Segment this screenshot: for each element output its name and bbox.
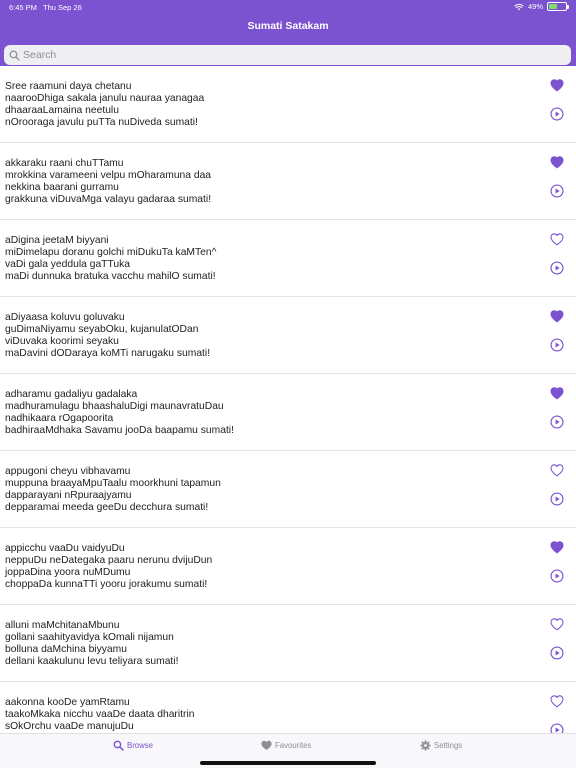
tab-settings[interactable]: Settings xyxy=(420,740,462,751)
poem-line: nOrooraga javulu puTTa nuDiveda sumati! xyxy=(5,117,198,129)
poem-line: bolluna daMchina biyyamu xyxy=(5,644,127,656)
page-title: Sumati Satakam xyxy=(247,20,329,32)
status-date: Thu Sep 26 xyxy=(43,3,82,12)
favourite-heart-icon[interactable] xyxy=(550,464,564,477)
poem-line: madhuramulagu bhaashaluDigi maunavratuDa… xyxy=(5,401,224,413)
play-circle-icon[interactable] xyxy=(550,723,564,733)
favourite-heart-icon[interactable] xyxy=(550,387,564,400)
poem-line: dellani kaakulunu levu teliyara sumati! xyxy=(5,656,179,668)
poem-list-item[interactable]: adharamu gadaliyu gadalaka madhuramulagu … xyxy=(0,374,576,451)
poem-list[interactable]: Sree raamuni daya chetanu naarooDhiga sak… xyxy=(0,66,576,733)
poem-line: alluni maMchitanaMbunu xyxy=(5,620,120,631)
poem-line: aakonna kooDe yamRtamu xyxy=(5,697,130,708)
poem-line: maDavini dODaraya koMTi narugaku sumati! xyxy=(5,348,211,360)
poem-line: aDiyaasa koluvu goluvaku xyxy=(5,312,125,323)
tab-bar: Browse Favourites Settings xyxy=(0,733,576,768)
poem-line: taakoMkaka nicchu vaaDe daata dharitrin xyxy=(5,709,195,721)
poem-text: aDigina jeetaM biyyani miDimelapu doranu … xyxy=(5,235,216,283)
poem-line: sOkOrchu vaaDe manujuDu xyxy=(5,721,134,733)
poem-line: maDi dunnuka bratuka vacchu mahilO sumat… xyxy=(5,271,216,283)
poem-text: adharamu gadaliyu gadalaka madhuramulagu … xyxy=(5,389,234,437)
poem-text: akkaraku raani chuTTamu mrokkina varameen… xyxy=(5,158,211,206)
poem-list-item[interactable]: aDiyaasa koluvu goluvaku guDimaNiyamu sey… xyxy=(0,297,576,374)
wifi-icon xyxy=(514,3,524,10)
poem-line: nekkina baarani gurramu xyxy=(5,182,119,194)
poem-line: dhaaraaLamaina neetulu xyxy=(5,105,119,117)
battery-icon xyxy=(547,2,569,11)
poem-text: appicchu vaaDu vaidyuDu neppuDu neDategak… xyxy=(5,543,212,591)
poem-line: badhiraaMdhaka Savamu jooDa baapamu suma… xyxy=(5,425,234,437)
poem-line: aDigina jeetaM biyyani xyxy=(5,235,109,246)
favourite-heart-icon[interactable] xyxy=(550,79,564,92)
poem-line: akkaraku raani chuTTamu xyxy=(5,158,124,169)
status-bar: 6:45 PM Thu Sep 26 49% xyxy=(0,0,576,14)
poem-line: vaDi gala yeddula gaTTuka xyxy=(5,259,130,271)
poem-line: grakkuna viDuvaMga valayu gadaraa sumati… xyxy=(5,194,212,206)
status-indicators: 49% xyxy=(514,2,569,11)
favourite-heart-icon[interactable] xyxy=(550,233,564,246)
poem-list-item[interactable]: appugoni cheyu vibhavamu muppuna braayaMp… xyxy=(0,451,576,528)
poem-text: Sree raamuni daya chetanu naarooDhiga sak… xyxy=(5,81,204,129)
poem-list-item[interactable]: akkaraku raani chuTTamu mrokkina varameen… xyxy=(0,143,576,220)
poem-list-item[interactable]: aDigina jeetaM biyyani miDimelapu doranu … xyxy=(0,220,576,297)
poem-line: Sree raamuni daya chetanu xyxy=(5,81,132,92)
tab-label: Browse xyxy=(127,741,153,750)
poem-line: gollani saahityavidya kOmali nijamun xyxy=(5,632,174,644)
favourite-heart-icon[interactable] xyxy=(550,156,564,169)
poem-line: miDimelapu doranu golchi miDukuTa kaMTen… xyxy=(5,247,217,259)
play-circle-icon[interactable] xyxy=(550,492,564,506)
poem-line: adharamu gadaliyu gadalaka xyxy=(5,389,138,400)
poem-line: choppaDa kunnaTTi yooru jorakumu sumati! xyxy=(5,579,208,591)
play-circle-icon[interactable] xyxy=(550,184,564,198)
poem-line: dapparayani nRpuraajyamu xyxy=(5,490,132,502)
status-time: 6:45 PM xyxy=(9,3,37,12)
play-circle-icon[interactable] xyxy=(550,107,564,121)
navigation-header: 6:45 PM Thu Sep 26 49% Sumati Satakam xyxy=(0,0,576,66)
favourite-heart-icon[interactable] xyxy=(550,695,564,708)
gear-icon xyxy=(420,740,431,751)
play-circle-icon[interactable] xyxy=(550,338,564,352)
poem-list-item[interactable]: alluni maMchitanaMbunu gollani saahityavi… xyxy=(0,605,576,682)
poem-text: appugoni cheyu vibhavamu muppuna braayaMp… xyxy=(5,466,221,514)
poem-text: aDiyaasa koluvu goluvaku guDimaNiyamu sey… xyxy=(5,312,210,360)
search-input[interactable] xyxy=(23,49,543,61)
search-icon xyxy=(9,50,20,61)
home-indicator xyxy=(200,761,376,765)
poem-line: viDuvaka koorimi seyaku xyxy=(5,336,119,348)
poem-line: neppuDu neDategaka paaru nerunu dvijuDun xyxy=(5,555,213,567)
play-circle-icon[interactable] xyxy=(550,569,564,583)
poem-text: aakonna kooDe yamRtamu taakoMkaka nicchu … xyxy=(5,697,194,733)
search-icon xyxy=(113,740,124,751)
poem-line: mrokkina varameeni velpu mOharamuna daa xyxy=(5,170,212,182)
play-circle-icon[interactable] xyxy=(550,646,564,660)
play-circle-icon[interactable] xyxy=(550,415,564,429)
favourite-heart-icon[interactable] xyxy=(550,618,564,631)
poem-list-item[interactable]: Sree raamuni daya chetanu naarooDhiga sak… xyxy=(0,66,576,143)
poem-line: depparamai meeda geeDu decchura sumati! xyxy=(5,502,209,514)
tab-browse[interactable]: Browse xyxy=(113,740,153,751)
poem-line: naarooDhiga sakala janulu nauraa yanagaa xyxy=(5,93,205,105)
tab-favourites[interactable]: Favourites xyxy=(261,740,311,751)
poem-line: nadhikaara rOgapoorita xyxy=(5,413,114,425)
battery-percentage: 49% xyxy=(527,2,543,11)
search-bar[interactable] xyxy=(4,45,571,65)
tab-label: Settings xyxy=(434,741,463,750)
heart-icon xyxy=(261,740,272,750)
poem-text: alluni maMchitanaMbunu gollani saahityavi… xyxy=(5,620,178,668)
battery-level xyxy=(549,4,557,9)
favourite-heart-icon[interactable] xyxy=(550,541,564,554)
poem-list-item[interactable]: appicchu vaaDu vaidyuDu neppuDu neDategak… xyxy=(0,528,576,605)
poem-line: appicchu vaaDu vaidyuDu xyxy=(5,543,125,554)
favourite-heart-icon[interactable] xyxy=(550,310,564,323)
poem-line: joppaDina yoora nuMDumu xyxy=(5,567,131,579)
tab-label: Favourites xyxy=(275,741,312,750)
poem-line: muppuna braayaMpuTaalu moorkhuni tapamun xyxy=(5,478,221,490)
poem-list-item[interactable]: aakonna kooDe yamRtamu taakoMkaka nicchu … xyxy=(0,682,576,733)
poem-line: guDimaNiyamu seyabOku, kujanulatODan xyxy=(5,324,199,336)
play-circle-icon[interactable] xyxy=(550,261,564,275)
poem-line: appugoni cheyu vibhavamu xyxy=(5,466,131,477)
